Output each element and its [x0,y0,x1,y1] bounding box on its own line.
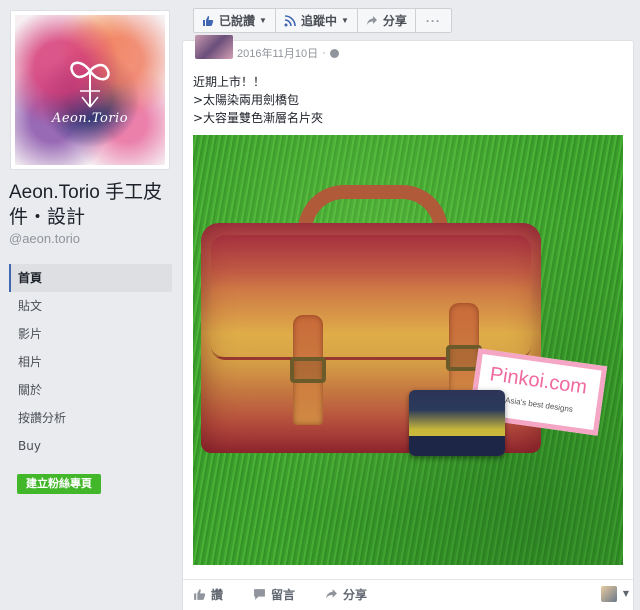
nav-item-about[interactable]: 關於 [9,376,172,404]
share-label: 分享 [382,14,407,28]
profile-picture[interactable]: Aeon.Torio [15,15,165,165]
page-sidebar: Aeon.Torio Aeon.Torio 手工皮件・設計 @aeon.tori… [0,0,182,610]
post-author-avatar[interactable] [195,35,233,59]
nav-item-posts[interactable]: 貼文 [9,292,172,320]
viewer-avatar[interactable] [601,586,617,602]
share-post-label: 分享 [343,588,368,602]
bag-buckle [290,357,326,383]
comment-label: 留言 [271,588,296,602]
following-button[interactable]: 追蹤中 ▼ [274,8,358,33]
post-text-line: 近期上市！！ [193,75,266,89]
card-holder-wallet [409,390,505,456]
globe-icon[interactable] [329,48,339,58]
chevron-down-icon: ▼ [259,16,267,25]
post-timestamp[interactable]: 2016年11月10日 [237,45,318,61]
rss-icon [284,14,296,26]
share-arrow-icon [326,589,337,599]
like-label: 讚 [211,588,224,602]
logo-wordmark: Aeon.Torio [51,111,129,126]
comment-button[interactable]: 留言 [253,586,295,603]
profile-picture-frame[interactable]: Aeon.Torio [10,10,170,170]
post-body: 近期上市！！ >太陽染兩用劍橋包 >大容量雙色漸層名片夾 [193,73,323,127]
post-text-line: >太陽染兩用劍橋包 [193,93,300,107]
chevron-down-icon: ▼ [340,16,349,25]
liked-label: 已說讚 [219,14,256,28]
post-text-line: >大容量雙色漸層名片夾 [193,111,324,125]
share-page-button[interactable]: 分享 [356,8,416,33]
nav-item-likes[interactable]: 按讚分析 [9,404,172,432]
infinity-logo-icon [70,61,110,108]
post-action-bar: 讚 留言 分享 ▼ [183,579,633,609]
nav-item-videos[interactable]: 影片 [9,320,172,348]
share-post-button[interactable]: 分享 [325,586,367,603]
liked-button[interactable]: 已說讚 ▼ [193,8,276,33]
following-label: 追蹤中 [300,14,337,28]
share-arrow-icon [366,15,377,25]
separator-dot: · [322,47,326,59]
nav-item-home[interactable]: 首頁 [9,264,172,292]
chevron-down-icon[interactable]: ▼ [623,589,629,598]
nav-item-photos[interactable]: 相片 [9,348,172,376]
nav-item-buy[interactable]: Buy [9,432,172,460]
wallet-flap [409,436,505,456]
post-photo[interactable]: Pinkoi.com you Asia's best designs [193,135,623,565]
thumbs-up-icon [203,15,214,26]
create-page-button[interactable]: 建立粉絲專頁 [17,474,101,494]
thumbs-up-icon [194,589,206,600]
more-options-button[interactable]: ··· [414,8,452,33]
bag-flap [211,235,531,360]
comment-bubble-icon [254,589,265,600]
page-navigation: 首頁 貼文 影片 相片 關於 按讚分析 Buy [9,264,172,460]
post-card: 2016年11月10日 · 近期上市！！ >太陽染兩用劍橋包 >大容量雙色漸層名… [182,35,634,610]
page-action-bar: 已說讚 ▼ 追蹤中 ▼ 分享 ··· [193,8,452,33]
page-username[interactable]: @aeon.torio [9,231,80,246]
page-title[interactable]: Aeon.Torio 手工皮件・設計 [9,180,179,230]
post-metadata: 2016年11月10日 · [237,45,339,61]
like-button[interactable]: 讚 [193,586,223,603]
